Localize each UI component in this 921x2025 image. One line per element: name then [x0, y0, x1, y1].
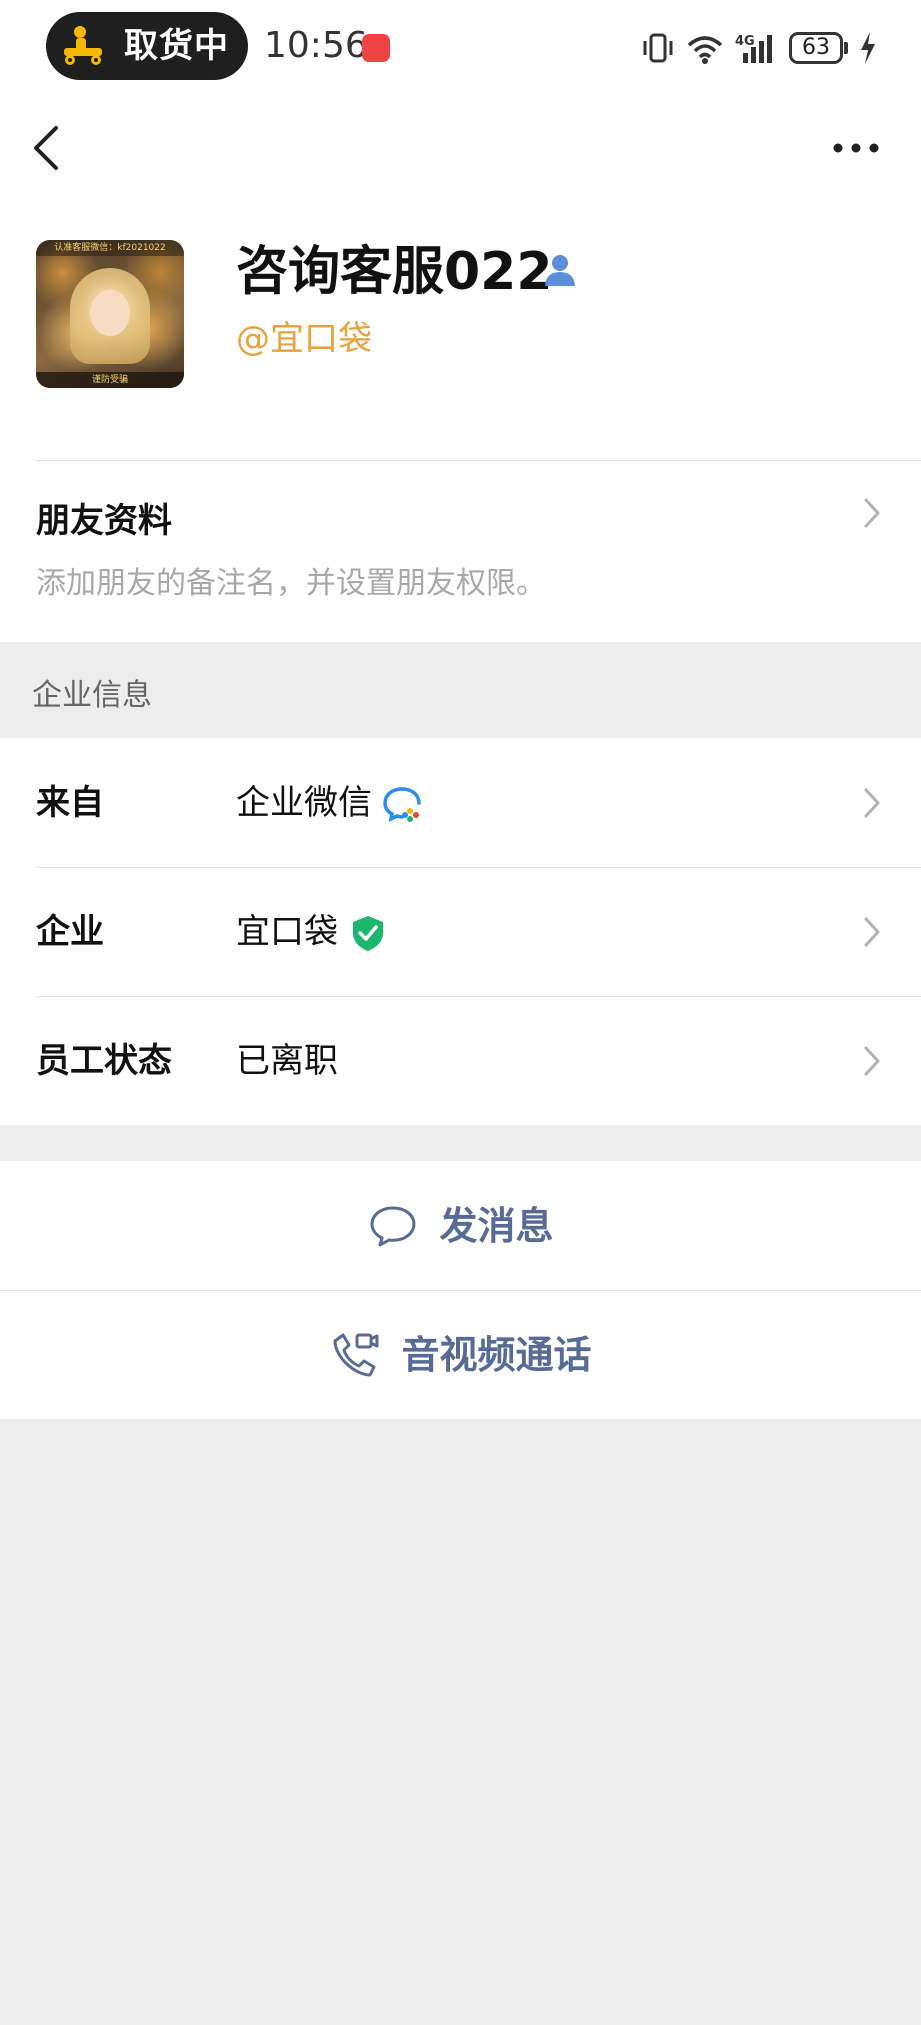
- friend-profile-title: 朋友资料: [36, 501, 172, 541]
- battery-icon: 63: [789, 32, 849, 64]
- back-icon[interactable]: [28, 122, 64, 174]
- chevron-right-icon: [864, 1046, 880, 1076]
- avatar[interactable]: 认准客服微信：kf2021022 谨防受骗: [36, 240, 184, 388]
- system-icons: 4G 63: [641, 24, 877, 72]
- huawei-app-icon: [362, 34, 390, 62]
- list-item-employee-status[interactable]: 员工状态 已离职: [0, 996, 921, 1125]
- avatar-bottom-banner: 谨防受骗: [36, 372, 184, 388]
- row-label: 来自: [36, 783, 104, 823]
- row-value: 宜口袋: [236, 912, 338, 952]
- nav-bar: [0, 96, 921, 200]
- profile-header: 认准客服微信：kf2021022 谨防受骗 咨询客服022 @宜口袋: [0, 200, 921, 460]
- vibrate-icon: [643, 33, 673, 63]
- delivery-rider-icon: [64, 26, 102, 65]
- avatar-top-banner: 认准客服微信：kf2021022: [36, 240, 184, 256]
- signal-4g-icon: 4G: [735, 34, 772, 63]
- row-label: 企业: [36, 912, 104, 952]
- phone-video-icon: [333, 1333, 379, 1376]
- verified-shield-icon: [353, 916, 383, 951]
- row-label: 员工状态: [36, 1041, 172, 1081]
- enterprise-section-header: 企业信息: [0, 642, 921, 738]
- contact-profile-page: 取货中 10:56 4G 63 认准客服微信：kf2021022 谨防受骗 咨询…: [0, 0, 921, 2025]
- friend-profile-row[interactable]: 朋友资料 添加朋友的备注名，并设置朋友权限。: [0, 460, 921, 642]
- wecom-logo-icon: [383, 787, 421, 823]
- chat-bubble-icon: [370, 1206, 416, 1246]
- battery-level: 63: [802, 35, 830, 60]
- chevron-right-icon: [864, 498, 880, 528]
- section-title: 企业信息: [32, 678, 152, 713]
- contact-name: 咨询客服022: [236, 242, 553, 302]
- enterprise-info-list: 来自 企业微信 企业 宜口袋 员工状态 已离职: [0, 738, 921, 1125]
- wifi-icon: [687, 36, 723, 64]
- svg-text:4G: 4G: [735, 34, 755, 49]
- action-buttons: 发消息 音视频通话: [0, 1161, 921, 1419]
- delivery-pill[interactable]: 取货中: [46, 12, 248, 80]
- list-item-source[interactable]: 来自 企业微信: [0, 738, 921, 867]
- status-bar: 取货中 10:56 4G 63: [0, 0, 921, 96]
- send-message-label: 发消息: [439, 1203, 554, 1248]
- clock: 10:56: [264, 25, 368, 66]
- friend-profile-description: 添加朋友的备注名，并设置朋友权限。: [36, 566, 546, 601]
- row-value: 已离职: [236, 1041, 338, 1081]
- pill-text: 取货中: [124, 26, 229, 66]
- video-call-button[interactable]: 音视频通话: [0, 1290, 921, 1419]
- more-options-icon[interactable]: [824, 126, 888, 170]
- send-message-button[interactable]: 发消息: [0, 1161, 921, 1290]
- charging-icon: [861, 32, 875, 64]
- person-badge-icon: [545, 255, 575, 286]
- row-value: 企业微信: [236, 783, 372, 823]
- chevron-right-icon: [864, 788, 880, 818]
- org-handle: @宜口袋: [236, 319, 372, 359]
- chevron-right-icon: [864, 917, 880, 947]
- divider: [36, 460, 921, 461]
- video-call-label: 音视频通话: [401, 1332, 592, 1377]
- avatar-face: [90, 290, 130, 336]
- list-item-enterprise[interactable]: 企业 宜口袋: [0, 867, 921, 996]
